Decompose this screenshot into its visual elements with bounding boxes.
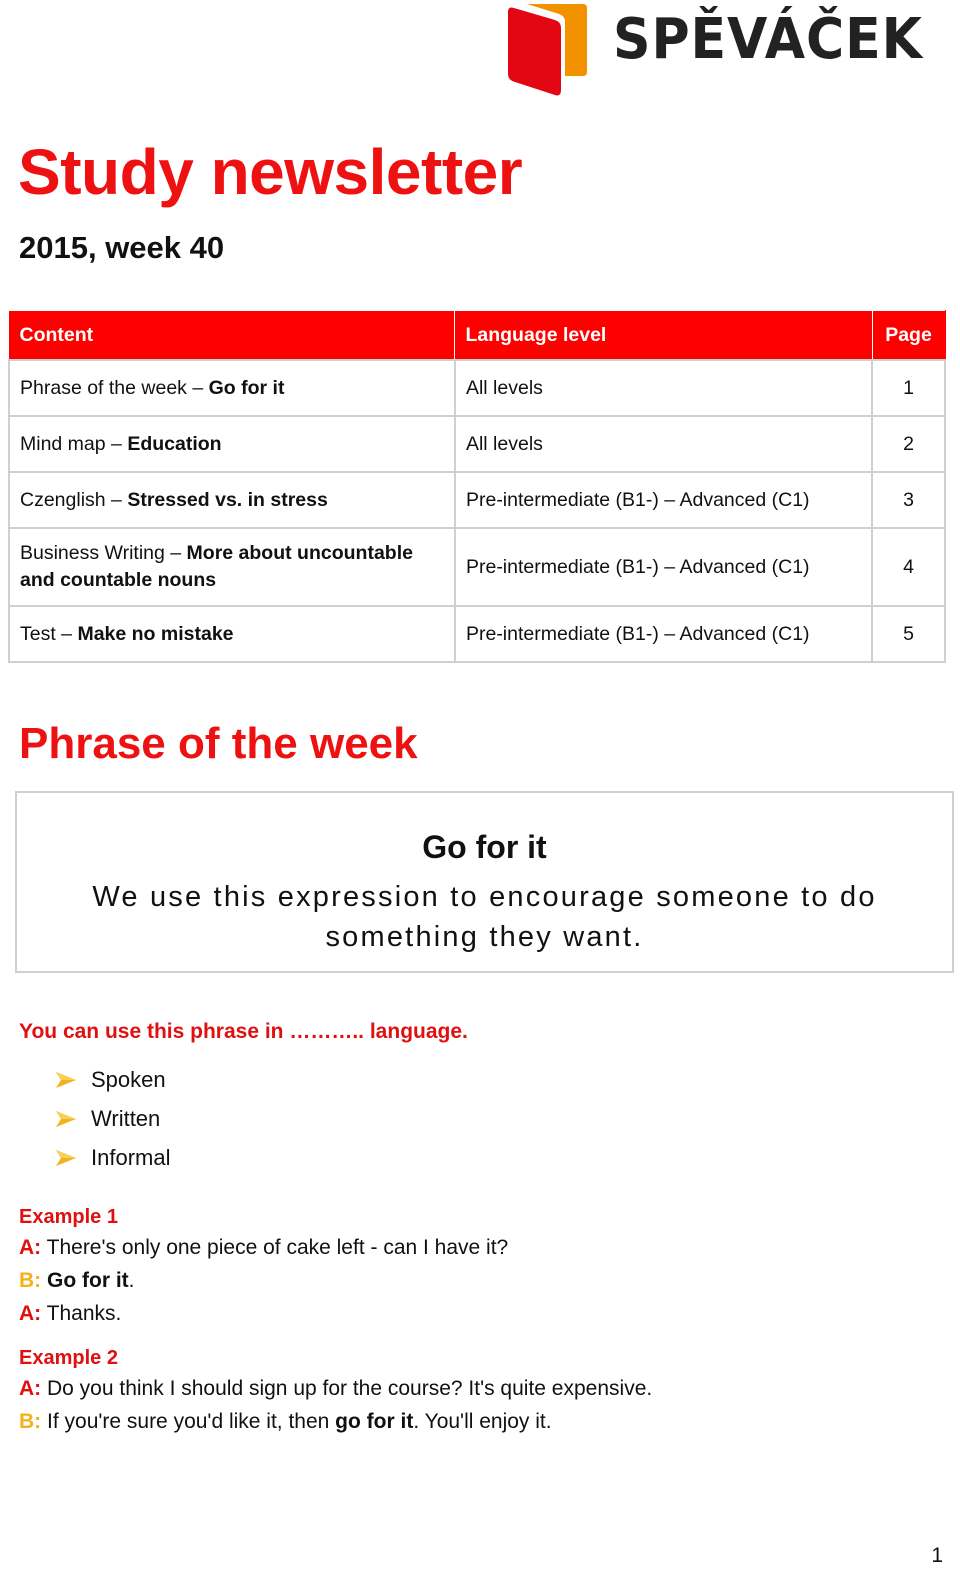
usage-item-label: Spoken <box>91 1066 166 1092</box>
content-topic: Education <box>127 432 222 455</box>
speaker-label: A: <box>19 1302 42 1325</box>
column-header-page: Page <box>871 310 946 361</box>
phrase-box: Go for it We use this expression to enco… <box>15 791 954 973</box>
dialogue-line: A: Do you think I should sign up for the… <box>19 1374 652 1404</box>
newsletter-title: Study newsletter <box>18 136 523 208</box>
dialogue-line: B: Go for it. <box>19 1266 135 1296</box>
column-header-content: Content <box>8 310 456 361</box>
page-cell: 4 <box>871 527 946 607</box>
table-row: Phrase of the week – Go for it All level… <box>8 359 946 417</box>
content-section: Test – <box>20 622 78 645</box>
phrase-highlight: Go for it <box>47 1269 129 1292</box>
example-2-label: Example 2 <box>19 1347 118 1369</box>
content-cell: Mind map – Education <box>8 415 456 473</box>
column-header-level: Language level <box>454 310 873 361</box>
issue-date: 2015, week 40 <box>19 230 225 265</box>
speaker-label: B: <box>19 1410 42 1433</box>
phrase-title: Go for it <box>422 829 547 865</box>
content-section: Business Writing – <box>20 542 187 564</box>
phrase-highlight: go for it <box>335 1410 414 1433</box>
section-heading: Phrase of the week <box>19 719 418 768</box>
level-cell: Pre-intermediate (B1-) – Advanced (C1) <box>453 527 874 607</box>
content-topic: Make no mistake <box>77 622 234 645</box>
level-cell: Pre-intermediate (B1-) – Advanced (C1) <box>453 471 874 529</box>
list-item: Informal <box>55 1138 170 1177</box>
usage-list: Spoken Written Informal <box>55 1060 170 1177</box>
content-topic: Stressed vs. in stress <box>127 488 328 511</box>
level-cell: All levels <box>453 415 874 473</box>
line-text: Do you think I should sign up for the co… <box>41 1377 653 1400</box>
table-header-row: Content Language level Page <box>8 310 946 361</box>
table-row: Czenglish – Stressed vs. in stress Pre-i… <box>8 471 946 529</box>
usage-item-label: Informal <box>91 1144 171 1170</box>
page-cell: 2 <box>871 415 946 473</box>
usage-question: You can use this phrase in ……….. languag… <box>19 1020 468 1043</box>
content-cell: Czenglish – Stressed vs. in stress <box>8 471 456 529</box>
page-number: 1 <box>931 1544 943 1567</box>
level-cell: All levels <box>453 359 874 417</box>
speaker-label: A: <box>19 1236 42 1259</box>
content-topic: Go for it <box>208 376 285 399</box>
arrow-bullet-icon <box>56 1071 76 1088</box>
line-text: If you're sure you'd like it, then <box>41 1410 336 1433</box>
line-text: Thanks. <box>41 1302 122 1325</box>
line-text-end: . <box>128 1269 135 1292</box>
content-cell: Business Writing – More about uncountabl… <box>8 527 456 607</box>
line-text: There's only one piece of cake left - ca… <box>41 1236 509 1259</box>
table-row: Test – Make no mistake Pre-intermediate … <box>8 605 946 663</box>
speaker-label: B: <box>19 1269 42 1292</box>
table-row: Business Writing – More about uncountabl… <box>8 527 946 607</box>
example-1-label: Example 1 <box>19 1206 118 1228</box>
level-cell: Pre-intermediate (B1-) – Advanced (C1) <box>453 605 874 663</box>
line-text-end: . You'll enjoy it. <box>413 1410 552 1433</box>
usage-item-label: Written <box>91 1105 161 1131</box>
content-cell: Phrase of the week – Go for it <box>8 359 456 417</box>
arrow-bullet-icon <box>56 1110 76 1127</box>
brand-name: SPĚVÁČEK <box>613 7 923 72</box>
content-section: Mind map – <box>20 432 128 455</box>
contents-table: Content Language level Page Phrase of th… <box>8 310 946 663</box>
content-section: Czenglish – <box>20 488 128 511</box>
page-cell: 3 <box>871 471 946 529</box>
dialogue-line: A: Thanks. <box>19 1299 121 1329</box>
page-cell: 1 <box>871 359 946 417</box>
content-section: Phrase of the week – <box>20 376 209 399</box>
arrow-bullet-icon <box>56 1149 76 1166</box>
logo-book-icon <box>508 4 587 96</box>
list-item: Spoken <box>55 1060 170 1099</box>
dialogue-line: B: If you're sure you'd like it, then go… <box>19 1407 552 1437</box>
content-cell: Test – Make no mistake <box>8 605 456 663</box>
dialogue-line: A: There's only one piece of cake left -… <box>19 1233 508 1263</box>
page-cell: 5 <box>871 605 946 663</box>
table-row: Mind map – Education All levels 2 <box>8 415 946 473</box>
phrase-definition: We use this expression to encourage some… <box>92 881 877 953</box>
list-item: Written <box>55 1099 170 1138</box>
speaker-label: A: <box>19 1377 42 1400</box>
brand-logo: SPĚVÁČEK <box>505 2 945 98</box>
